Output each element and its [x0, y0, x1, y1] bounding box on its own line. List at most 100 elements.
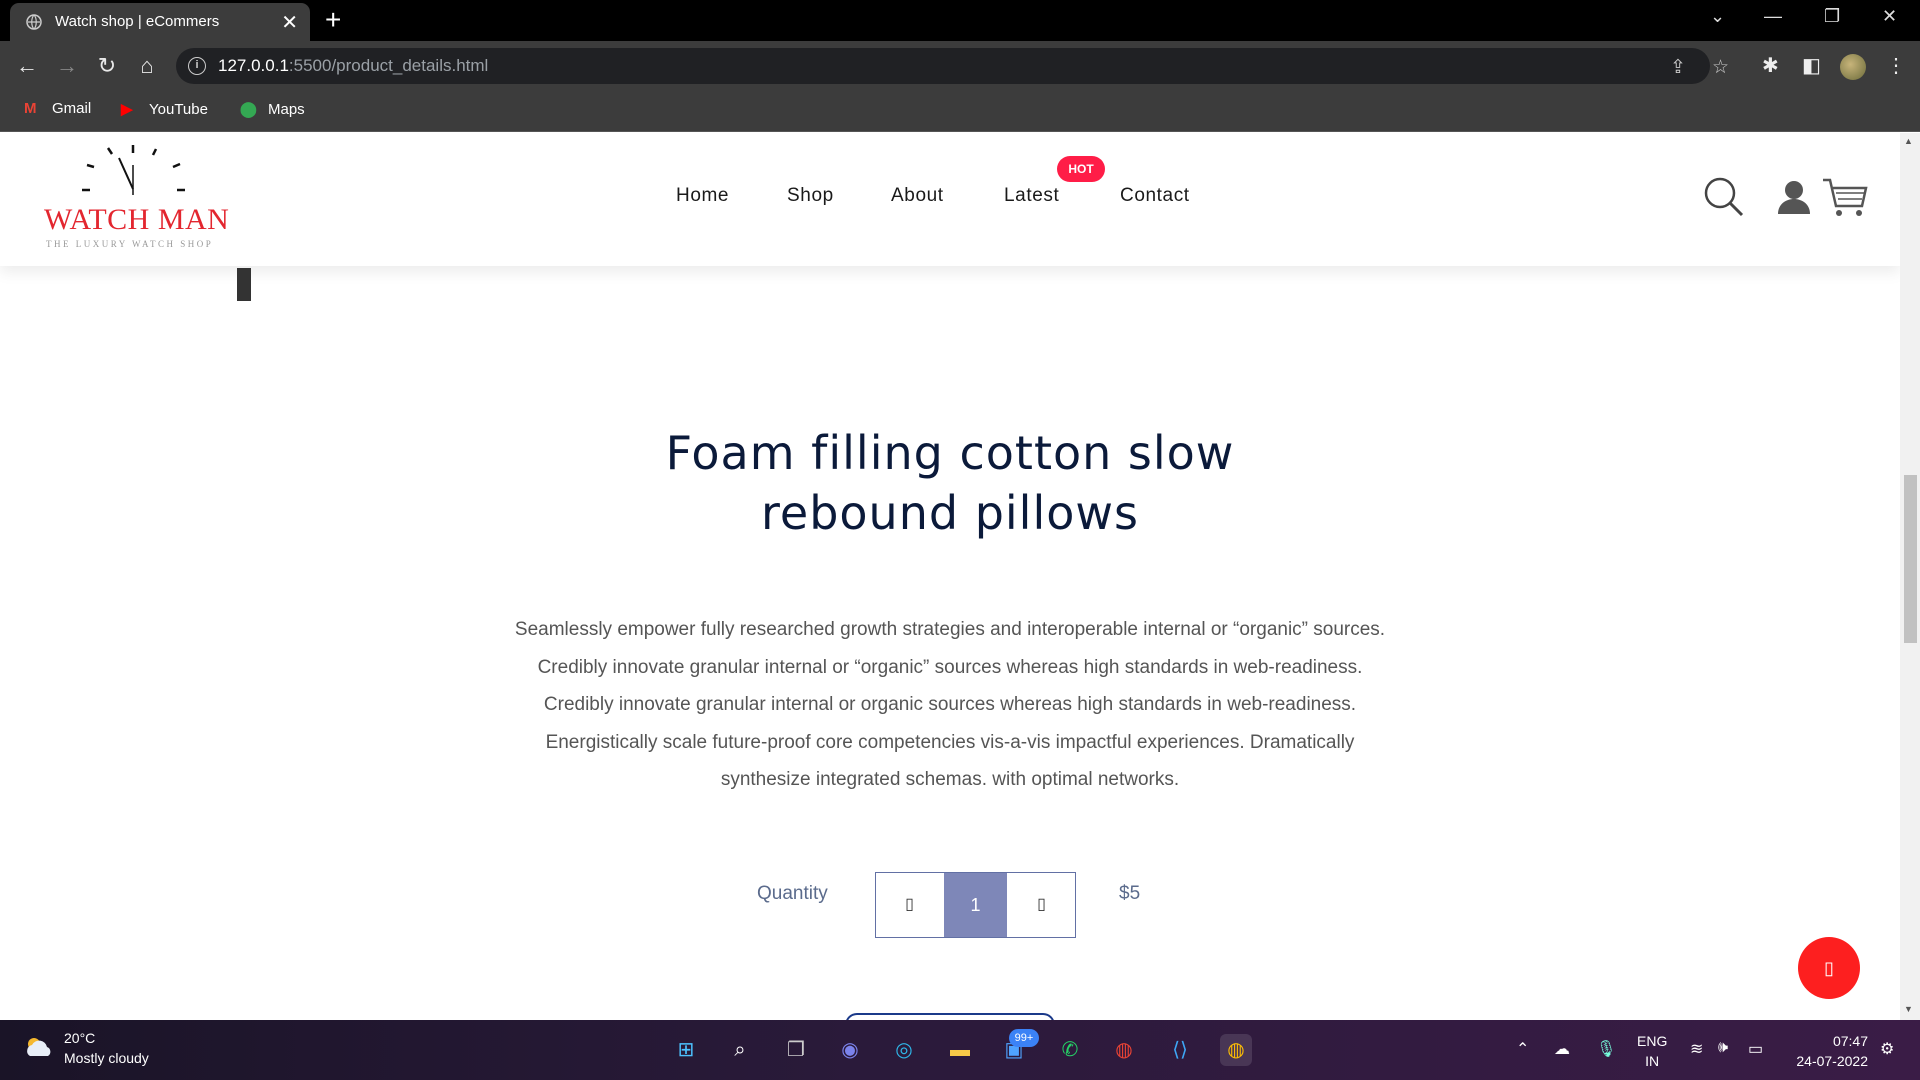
- product-description: Seamlessly empower fully researched grow…: [430, 611, 1470, 799]
- region-code: IN: [1645, 1053, 1660, 1069]
- home-icon[interactable]: ⌂: [132, 51, 162, 81]
- cloudy-weather-icon: [27, 1038, 51, 1056]
- vscode-icon[interactable]: ⟨⟩: [1164, 1034, 1196, 1066]
- file-explorer-icon[interactable]: ▬: [944, 1034, 976, 1066]
- user-icon[interactable]: [1776, 179, 1812, 215]
- chrome-icon[interactable]: ◍: [1108, 1034, 1140, 1066]
- new-tab-button[interactable]: +: [325, 4, 341, 36]
- web-page: WATCH MAN THE LUXURY WATCH SHOP Home Sho…: [0, 133, 1900, 1020]
- bookmark-gmail[interactable]: M Gmail: [24, 100, 91, 117]
- bookmark-star-icon[interactable]: ☆: [1712, 56, 1729, 79]
- wifi-icon[interactable]: ≋: [1690, 1039, 1703, 1059]
- url-path: :5500/product_details.html: [288, 56, 489, 75]
- bookmark-maps[interactable]: ⬤ Maps: [240, 100, 305, 118]
- description-line: Credibly innovate granular internal or o…: [543, 694, 1357, 715]
- hot-badge: HOT: [1057, 156, 1105, 182]
- system-clock[interactable]: 07:47 24-07-2022: [1788, 1031, 1868, 1071]
- url-text: 127.0.0.1:5500/product_details.html: [218, 56, 488, 76]
- share-icon[interactable]: ⇪: [1670, 56, 1686, 79]
- onedrive-icon[interactable]: ☁: [1554, 1039, 1570, 1059]
- teams-chat-icon[interactable]: ◉: [834, 1034, 866, 1066]
- scroll-up-arrow-icon[interactable]: ▲: [1904, 136, 1913, 146]
- reload-icon[interactable]: ↻: [92, 51, 122, 81]
- nav-about[interactable]: About: [891, 185, 944, 207]
- scroll-top-button[interactable]: ▯: [1798, 937, 1860, 999]
- cart-icon[interactable]: [1822, 177, 1868, 219]
- globe-icon: [26, 14, 42, 30]
- extensions-icon[interactable]: ✱: [1762, 53, 1779, 78]
- nav-shop[interactable]: Shop: [787, 185, 834, 207]
- task-view-icon[interactable]: ❐: [780, 1034, 812, 1066]
- forward-icon[interactable]: →: [52, 51, 82, 81]
- input-language[interactable]: ENG IN: [1637, 1031, 1667, 1071]
- notification-badge: 99+: [1009, 1029, 1039, 1047]
- clock-time: 07:47: [1832, 1033, 1868, 1049]
- logo-brand-text: WATCH MAN: [44, 203, 230, 236]
- description-line: Credibly innovate granular internal or “…: [537, 656, 1363, 678]
- add-to-cart-button[interactable]: [845, 1013, 1055, 1020]
- site-info-icon[interactable]: i: [188, 57, 206, 75]
- edge-browser-icon[interactable]: ◎: [888, 1034, 920, 1066]
- microphone-icon[interactable]: 🎙: [1596, 1039, 1616, 1059]
- address-bar[interactable]: i 127.0.0.1:5500/product_details.html ⇪ …: [176, 48, 1729, 84]
- side-panel-icon[interactable]: ◧: [1802, 53, 1821, 78]
- browser-tab-strip: Watch shop | eCommers ✕ + ⌄ — ❐ ✕: [0, 0, 1920, 41]
- bookmark-youtube[interactable]: ▶ YouTube: [121, 100, 208, 118]
- minimize-icon[interactable]: —: [1764, 6, 1782, 27]
- quantity-stepper: ▯ 1 ▯: [875, 872, 1076, 938]
- description-line: Seamlessly empower fully researched grow…: [514, 619, 1386, 640]
- maps-icon: ⬤: [240, 101, 257, 118]
- menu-icon[interactable]: ⋮: [1886, 53, 1906, 78]
- tab-close-icon[interactable]: ✕: [281, 10, 298, 35]
- site-logo[interactable]: WATCH MAN THE LUXURY WATCH SHOP: [40, 145, 230, 253]
- site-header: WATCH MAN THE LUXURY WATCH SHOP Home Sho…: [0, 133, 1900, 266]
- volume-icon[interactable]: 🕪: [1718, 1039, 1728, 1057]
- side-marker: [237, 268, 251, 301]
- product-price: $5: [1119, 883, 1141, 904]
- bookmark-label: YouTube: [149, 101, 208, 118]
- product-title-line: rebound pillows: [761, 486, 1139, 540]
- back-icon[interactable]: ←: [12, 51, 42, 81]
- bookmarks-bar: M Gmail ▶ YouTube ⬤ Maps: [0, 90, 1920, 132]
- bookmark-label: Gmail: [52, 100, 92, 117]
- taskbar-search-icon[interactable]: ⌕: [724, 1034, 756, 1066]
- quantity-value[interactable]: 1: [944, 873, 1007, 937]
- nav-contact[interactable]: Contact: [1120, 185, 1190, 207]
- nav-latest[interactable]: Latest: [1004, 185, 1059, 207]
- gmail-icon: M: [24, 100, 37, 117]
- whatsapp-icon[interactable]: ✆: [1054, 1034, 1086, 1066]
- product-title-line: Foam filling cotton slow: [665, 426, 1235, 480]
- url-host: 127.0.0.1: [218, 56, 289, 75]
- window-close-icon[interactable]: ✕: [1882, 6, 1897, 27]
- profile-avatar[interactable]: [1840, 54, 1866, 80]
- browser-tab[interactable]: Watch shop | eCommers ✕: [10, 3, 310, 41]
- tab-search-icon[interactable]: ⌄: [1710, 6, 1725, 27]
- temperature: 20°C: [64, 1030, 96, 1046]
- nav-home[interactable]: Home: [676, 185, 729, 207]
- scroll-down-arrow-icon[interactable]: ▼: [1904, 1004, 1913, 1014]
- bookmark-label: Maps: [268, 101, 305, 118]
- up-arrow-icon: ▯: [1824, 958, 1834, 978]
- decrement-icon[interactable]: ▯: [876, 873, 943, 937]
- weather-condition: Mostly cloudy: [64, 1050, 149, 1066]
- description-line: synthesize integrated schemas. with opti…: [720, 769, 1180, 790]
- clock-logo-icon: [82, 145, 185, 195]
- notifications-icon[interactable]: ⚙: [1880, 1039, 1894, 1059]
- quantity-label: Quantity: [757, 883, 828, 904]
- search-icon[interactable]: [1703, 176, 1745, 218]
- scrollbar-thumb[interactable]: [1904, 475, 1917, 643]
- youtube-icon: ▶: [121, 101, 133, 118]
- description-line: Energistically scale future-proof core c…: [545, 731, 1355, 753]
- tab-title: Watch shop | eCommers: [55, 13, 220, 30]
- product-title: Foam filling cotton slow rebound pillows: [450, 423, 1450, 543]
- clock-date: 24-07-2022: [1796, 1053, 1868, 1069]
- restore-icon[interactable]: ❐: [1824, 6, 1840, 27]
- browser-toolbar: ← → ↻ ⌂ i 127.0.0.1:5500/product_details…: [0, 41, 1920, 90]
- language-code: ENG: [1637, 1033, 1668, 1049]
- increment-icon[interactable]: ▯: [1008, 873, 1075, 937]
- windows-taskbar: 20°C Mostly cloudy ⊞ ⌕ ❐ ◉ ◎ ▬ ▣ 99+ ✆ ◍…: [0, 1020, 1920, 1080]
- tray-overflow-icon[interactable]: ⌃: [1516, 1039, 1529, 1059]
- windows-start-icon[interactable]: ⊞: [670, 1034, 702, 1066]
- battery-icon[interactable]: ▭: [1748, 1039, 1763, 1059]
- chrome-profile-icon[interactable]: ◍: [1220, 1034, 1252, 1066]
